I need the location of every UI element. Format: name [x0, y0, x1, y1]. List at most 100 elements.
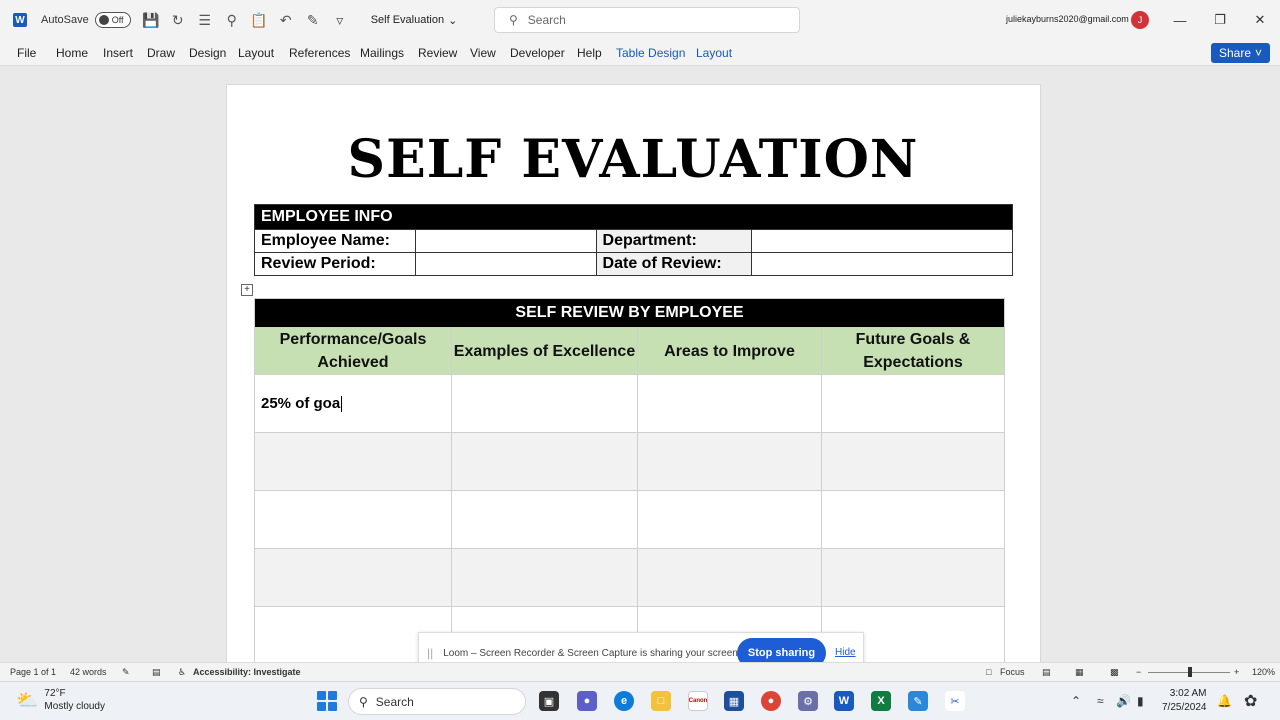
date-of-review-label[interactable]: Date of Review: [595, 252, 753, 276]
customize-qat-icon[interactable]: ▿ [333, 12, 347, 28]
teams-icon[interactable]: ● [577, 691, 597, 711]
review-period-field[interactable] [414, 252, 597, 276]
zoom-in-icon[interactable]: + [1234, 667, 1239, 677]
chrome-icon[interactable]: ● [761, 691, 781, 711]
tab-help[interactable]: Help [577, 46, 602, 60]
self-review-header[interactable]: SELF REVIEW BY EMPLOYEE [254, 298, 1005, 328]
table-cell[interactable] [254, 490, 452, 549]
column-header-future-goals[interactable]: Future Goals & Expectations [821, 327, 1005, 375]
read-mode-icon[interactable]: ▤ [1042, 667, 1051, 678]
file-explorer-icon[interactable]: □ [651, 691, 671, 711]
table-cell[interactable]: 25% of goa [254, 374, 452, 433]
settings-icon[interactable]: ⚙ [798, 691, 818, 711]
table-cell[interactable] [821, 548, 1005, 607]
avatar[interactable]: J [1131, 11, 1149, 29]
tab-home[interactable]: Home [56, 46, 88, 60]
taskbar-search[interactable]: ⚲ Search [348, 688, 526, 715]
save-icon[interactable]: 💾 [142, 12, 159, 28]
zoom-level[interactable]: 120% [1252, 667, 1275, 677]
table-cell[interactable] [821, 432, 1005, 491]
battery-icon[interactable]: ▮ [1137, 694, 1144, 708]
tab-layout[interactable]: Layout [238, 46, 274, 60]
canon-icon[interactable]: Canon [688, 691, 708, 711]
tab-mailings[interactable]: Mailings [360, 46, 404, 60]
table-cell[interactable] [821, 374, 1005, 433]
word-taskbar-icon[interactable]: W [834, 691, 854, 711]
column-header-improve[interactable]: Areas to Improve [637, 327, 822, 375]
start-button[interactable] [317, 691, 337, 711]
refresh-icon[interactable]: ↻ [171, 12, 185, 28]
web-layout-icon[interactable]: ▩ [1110, 667, 1119, 678]
table-cell[interactable] [637, 548, 822, 607]
document-page[interactable]: SELF EVALUATION EMPLOYEE INFO Employee N… [226, 84, 1041, 665]
table-move-handle-icon[interactable]: + [241, 284, 253, 296]
paint-icon[interactable]: ✎ [908, 691, 928, 711]
page-count[interactable]: Page 1 of 1 [10, 667, 56, 677]
table-cell[interactable] [451, 432, 638, 491]
employee-info-header[interactable]: EMPLOYEE INFO [254, 204, 1013, 230]
tab-insert[interactable]: Insert [103, 46, 133, 60]
predictions-icon[interactable]: ▤ [152, 667, 161, 678]
department-label[interactable]: Department: [595, 229, 753, 253]
review-period-label[interactable]: Review Period: [254, 252, 416, 276]
print-layout-icon[interactable]: ▦ [1075, 667, 1084, 678]
tab-file[interactable]: File [17, 46, 36, 60]
list-icon[interactable]: ☰ [198, 12, 212, 28]
tab-references[interactable]: References [289, 46, 350, 60]
undo-icon[interactable]: ↶ [279, 12, 293, 28]
drag-handle-icon[interactable]: || [427, 646, 433, 660]
document-title[interactable]: Self Evaluation ⌄ [371, 14, 458, 27]
column-header-performance[interactable]: Performance/Goals Achieved [254, 327, 452, 375]
user-email[interactable]: juliekayburns2020@gmail.com [1006, 14, 1129, 24]
table-cell[interactable] [451, 548, 638, 607]
tab-table-design[interactable]: Table Design [616, 46, 685, 60]
table-cell[interactable] [451, 490, 638, 549]
tab-draw[interactable]: Draw [147, 46, 175, 60]
tab-view[interactable]: View [470, 46, 496, 60]
table-cell[interactable] [451, 374, 638, 433]
document-heading[interactable]: SELF EVALUATION [227, 129, 1039, 190]
restore-button[interactable]: ❐ [1210, 10, 1230, 30]
focus-mode[interactable]: Focus [1000, 667, 1025, 677]
zoom-out-icon[interactable]: − [1136, 667, 1141, 677]
wifi-icon[interactable]: ≈ [1097, 694, 1104, 708]
task-view-icon[interactable]: ▣ [539, 691, 559, 711]
proofing-icon[interactable]: ✎ [122, 667, 130, 678]
hide-link[interactable]: Hide [835, 647, 856, 658]
tab-table-layout[interactable]: Layout [696, 46, 732, 60]
table-cell[interactable] [254, 548, 452, 607]
search-input[interactable]: ⚲ Search [494, 7, 800, 33]
table-cell[interactable] [821, 490, 1005, 549]
volume-icon[interactable]: 🔊 [1116, 694, 1131, 708]
word-count[interactable]: 42 words [70, 667, 107, 677]
copilot-icon[interactable]: ✿ [1244, 691, 1257, 711]
paste-icon[interactable]: 📋 [250, 12, 267, 28]
magnifier-icon[interactable]: ⚲ [225, 12, 239, 28]
tab-design[interactable]: Design [189, 46, 226, 60]
taskbar-clock[interactable]: 3:02 AM 7/25/2024 [1162, 687, 1207, 715]
table-cell[interactable] [637, 432, 822, 491]
edge-icon[interactable]: e [614, 691, 634, 711]
chevron-up-icon[interactable]: ⌃ [1071, 694, 1081, 708]
tab-review[interactable]: Review [418, 46, 457, 60]
store-icon[interactable]: ▦ [724, 691, 744, 711]
zoom-slider-thumb[interactable] [1188, 667, 1192, 677]
highlight-icon[interactable]: ✎ [306, 12, 320, 28]
notification-bell-icon[interactable]: 🔔 [1217, 694, 1232, 708]
department-field[interactable] [751, 229, 1013, 253]
column-header-examples[interactable]: Examples of Excellence [451, 327, 638, 375]
share-button[interactable]: Share ˅ [1211, 43, 1270, 63]
weather-widget[interactable]: ⛅ 72°F Mostly cloudy [16, 687, 105, 713]
date-of-review-field[interactable] [751, 252, 1013, 276]
close-button[interactable]: ✕ [1250, 10, 1270, 30]
table-cell[interactable] [637, 374, 822, 433]
snipping-tool-icon[interactable]: ✂ [945, 691, 965, 711]
accessibility-status[interactable]: Accessibility: Investigate [193, 667, 301, 677]
table-cell[interactable] [254, 432, 452, 491]
employee-name-field[interactable] [414, 229, 597, 253]
autosave-toggle[interactable]: Off [94, 12, 131, 28]
excel-icon[interactable]: X [871, 691, 891, 711]
tab-developer[interactable]: Developer [510, 46, 565, 60]
employee-name-label[interactable]: Employee Name: [254, 229, 416, 253]
table-cell[interactable] [637, 490, 822, 549]
